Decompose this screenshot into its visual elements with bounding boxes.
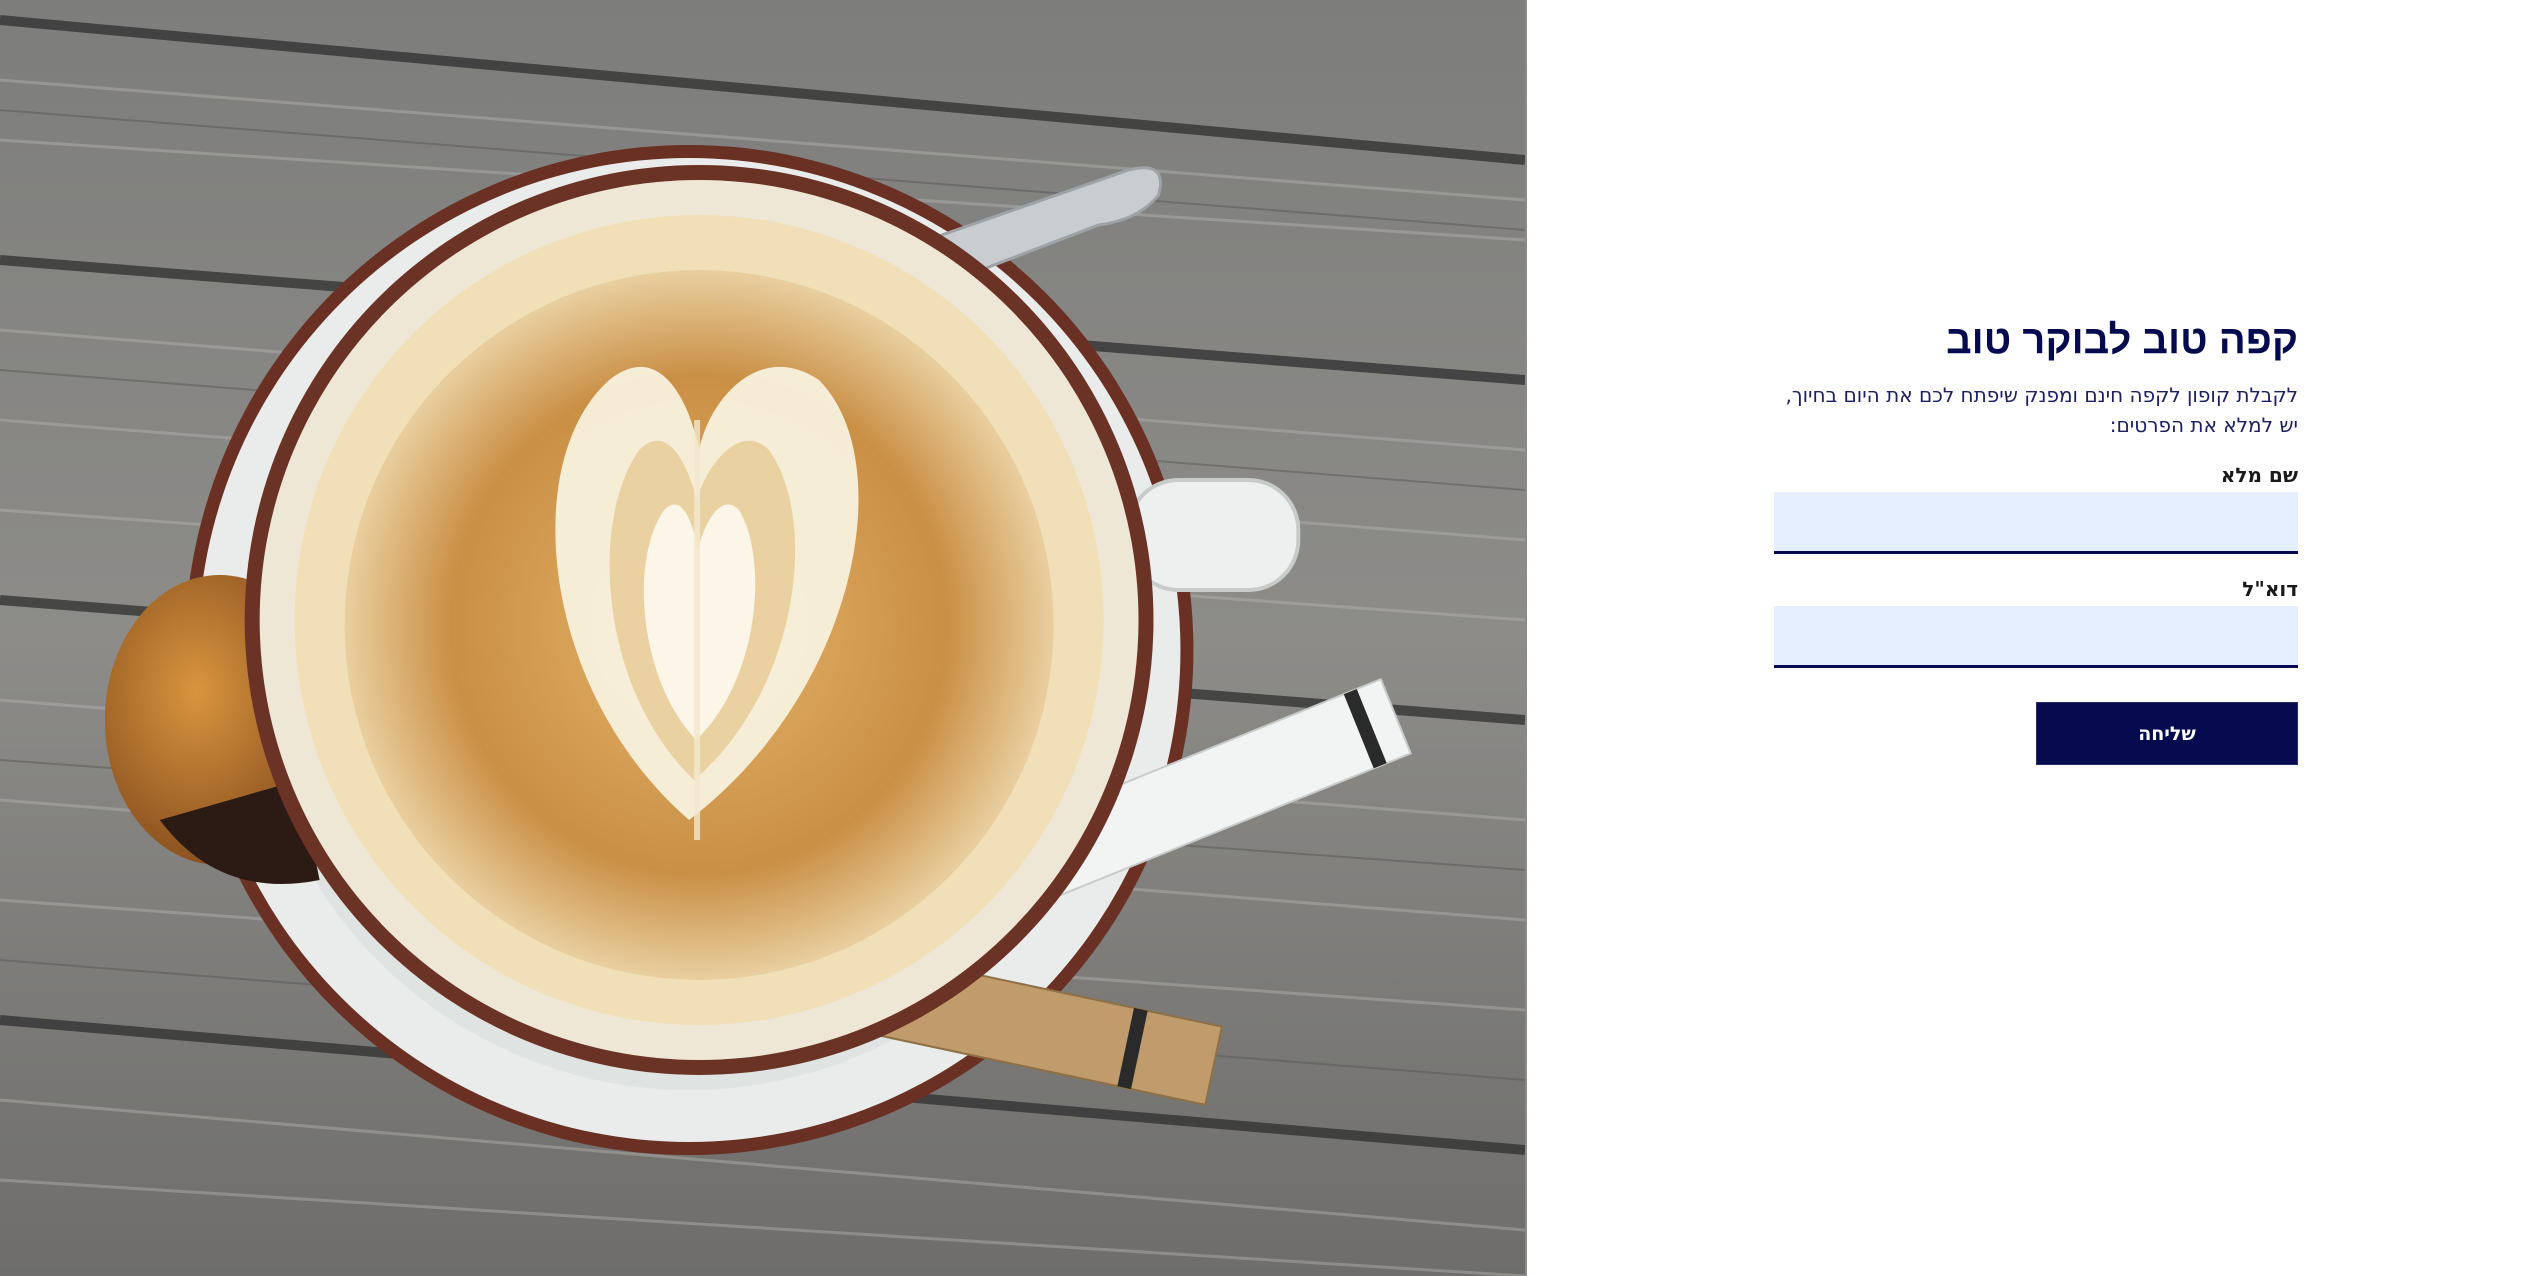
submit-button[interactable]: שליחה bbox=[2036, 702, 2298, 765]
form-panel: קפה טוב לבוקר טוב לקבלת קופון לקפה חינם … bbox=[1527, 0, 2541, 1276]
form-subtitle: לקבלת קופון לקפה חינם ומפנק שיפתח לכם את… bbox=[1785, 383, 2298, 437]
hero-image bbox=[0, 0, 1527, 1276]
coupon-form: קפה טוב לבוקר טוב לקבלת קופון לקפה חינם … bbox=[1774, 310, 2298, 765]
email-label: דוא"ל bbox=[2242, 577, 2298, 601]
full-name-input[interactable] bbox=[1774, 492, 2298, 554]
full-name-label: שם מלא bbox=[2220, 463, 2298, 487]
email-input[interactable] bbox=[1774, 606, 2298, 668]
page: קפה טוב לבוקר טוב לקבלת קופון לקפה חינם … bbox=[0, 0, 2541, 1276]
form-title: קפה טוב לבוקר טוב bbox=[1946, 318, 2298, 362]
coffee-cup-illustration bbox=[0, 0, 1525, 1276]
